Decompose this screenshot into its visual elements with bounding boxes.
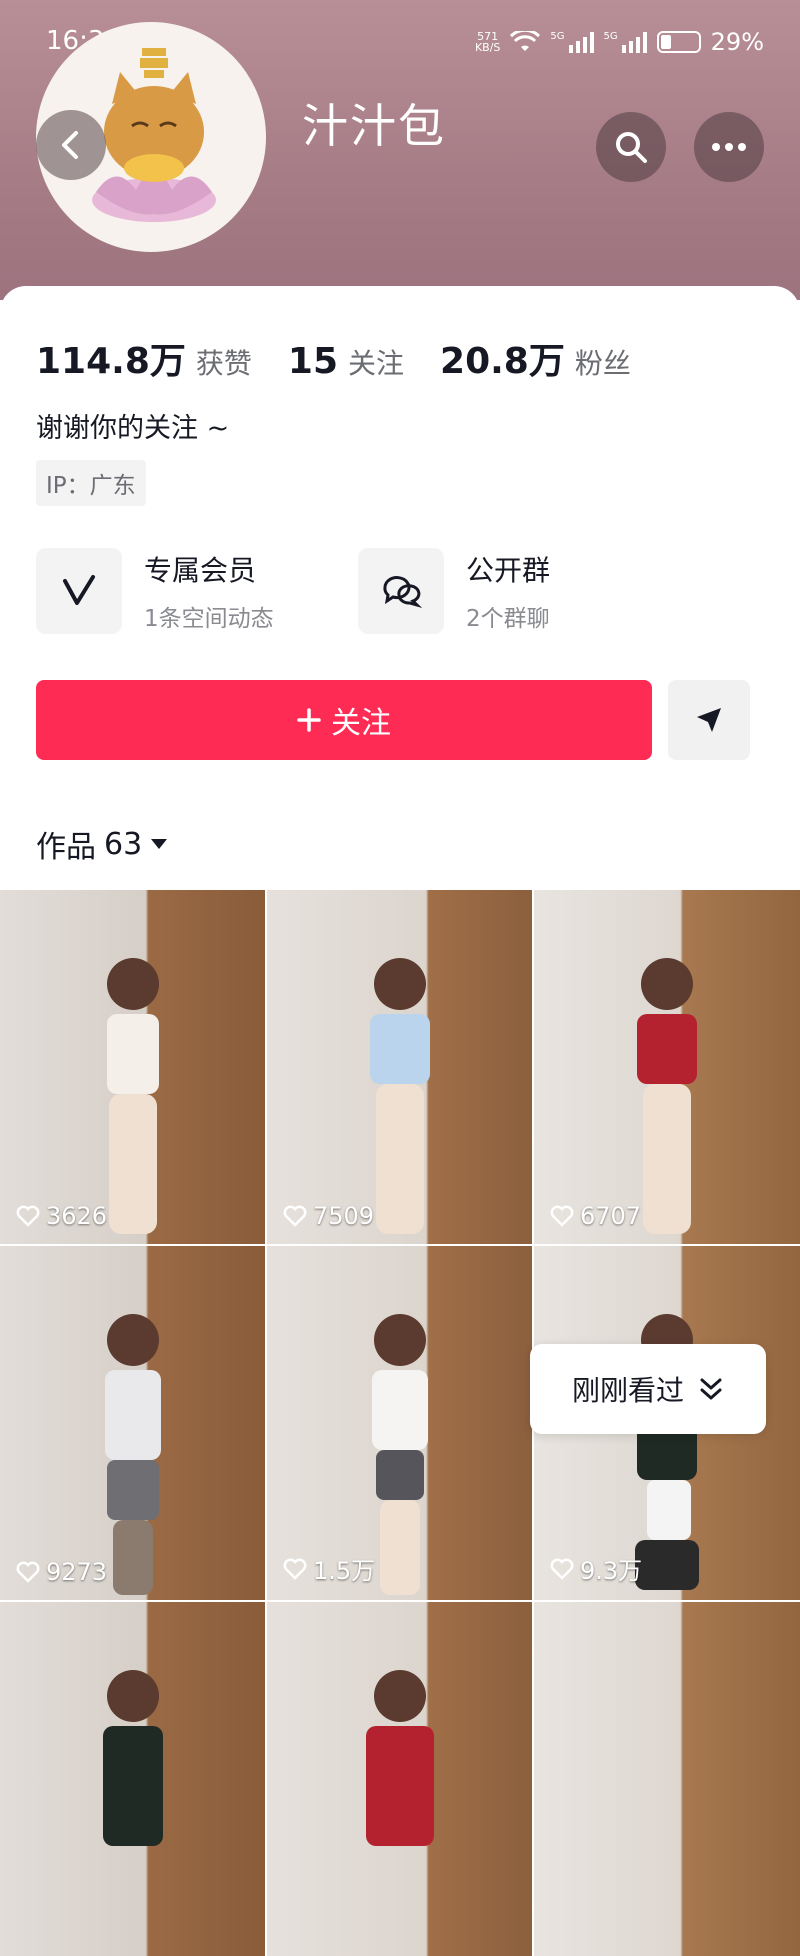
video-preview-image: [106, 958, 159, 1234]
likes-label: 获赞: [195, 347, 252, 380]
video-preview-image: [104, 1314, 161, 1595]
caret-down-icon: [151, 839, 168, 849]
heart-outline-icon: [16, 1205, 40, 1227]
search-icon: [616, 132, 647, 163]
feature-subtitle: 1条空间动态: [144, 606, 274, 632]
profile-bio: 谢谢你的关注 ~: [36, 413, 230, 444]
signal-icon: 5G: [550, 31, 594, 53]
video-thumbnail[interactable]: [0, 1602, 265, 1956]
profile-header: 16:31 571 KB/S 5G 5G 29% 汁汁包: [0, 0, 800, 300]
chevron-left-icon: [62, 131, 78, 159]
video-preview-image: [365, 1670, 434, 1846]
heart-outline-icon: [283, 1205, 307, 1227]
like-count: 7509: [283, 1202, 374, 1230]
profile-name: 汁汁包: [302, 99, 446, 153]
more-button[interactable]: [694, 112, 764, 182]
followers-label[interactable]: 粉丝: [575, 342, 631, 382]
video-preview-image: [369, 958, 430, 1234]
feature-title: 专属会员: [144, 554, 257, 587]
exclusive-member-entry[interactable]: 专属会员 1条空间动态: [36, 548, 274, 634]
feature-title: 公开群: [466, 554, 551, 587]
ip-location-tag: IP：广东: [36, 460, 146, 506]
recently-viewed-button[interactable]: 刚刚看过: [530, 1344, 766, 1434]
network-speed: 571 KB/S: [474, 30, 501, 54]
plus-icon: [297, 708, 321, 732]
feature-subtitle: 2个群聊: [466, 606, 550, 632]
heart-outline-icon: [283, 1558, 307, 1580]
following-label[interactable]: 关注: [348, 342, 404, 382]
heart-outline-icon: [550, 1205, 574, 1227]
works-count: 63: [104, 826, 143, 862]
works-label: 作品: [36, 830, 96, 865]
works-tab[interactable]: 作品 63: [36, 822, 168, 866]
vip-v-icon: [36, 548, 122, 634]
like-count: 1.5万: [283, 1551, 375, 1586]
search-button[interactable]: [596, 112, 666, 182]
public-group-entry[interactable]: 公开群 2个群聊: [358, 548, 550, 634]
followers-count[interactable]: 20.8万: [440, 332, 565, 384]
likes-count: 114.8万: [36, 341, 186, 382]
video-thumbnail[interactable]: [267, 1602, 532, 1956]
battery-icon: [656, 31, 701, 53]
video-thumbnail[interactable]: 1.5万: [267, 1246, 532, 1600]
like-count: 9.3万: [550, 1551, 642, 1586]
follow-button[interactable]: 关注: [36, 680, 652, 760]
profile-card: 114.8万 获赞 15 关注 20.8万 粉丝 谢谢你的关注 ~ IP：广东 …: [0, 286, 800, 1956]
recently-viewed-label: 刚刚看过: [571, 1374, 684, 1407]
video-thumbnail[interactable]: 3626: [0, 890, 265, 1244]
wifi-icon: [510, 31, 541, 51]
heart-outline-icon: [550, 1558, 574, 1580]
following-count[interactable]: 15: [288, 341, 338, 382]
status-indicators: 571 KB/S 5G 5G 29%: [475, 28, 764, 56]
group-chat-icon: [358, 548, 444, 634]
like-count: 6707: [550, 1202, 641, 1230]
share-button[interactable]: [668, 680, 750, 760]
like-count: 9273: [16, 1558, 107, 1586]
signal-icon-2: 5G: [604, 31, 647, 53]
video-preview-image: [637, 958, 697, 1234]
double-chevron-down-icon: [700, 1378, 722, 1400]
video-thumbnail[interactable]: 9273: [0, 1246, 265, 1600]
profile-stats: 114.8万 获赞 15 关注 20.8万 粉丝: [36, 332, 657, 384]
video-thumbnail[interactable]: 7509: [267, 890, 532, 1244]
send-icon: [697, 708, 721, 732]
more-dots-icon: [712, 143, 746, 151]
video-thumbnail[interactable]: [534, 1602, 800, 1956]
battery-percent: 29%: [710, 28, 764, 56]
back-button[interactable]: [36, 110, 106, 180]
video-thumbnail[interactable]: 6707: [534, 890, 800, 1244]
video-preview-image: [102, 1670, 163, 1846]
heart-outline-icon: [16, 1561, 40, 1583]
follow-label: 关注: [331, 706, 391, 741]
like-count: 3626: [16, 1202, 107, 1230]
